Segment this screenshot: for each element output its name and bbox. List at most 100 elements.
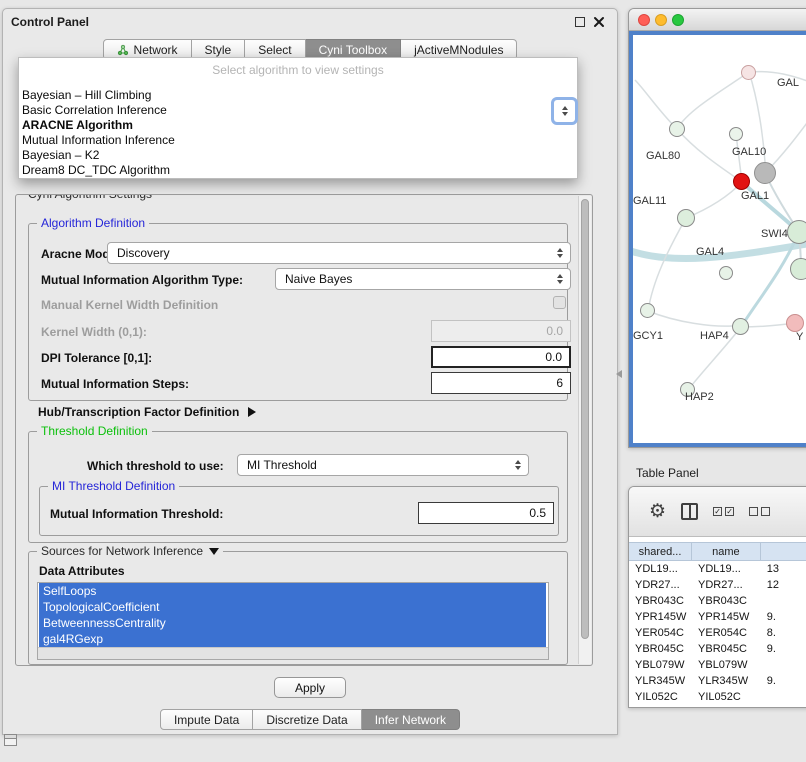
kernel-width-field: 0.0 — [431, 320, 571, 342]
network-node[interactable] — [669, 121, 685, 137]
which-threshold-combo[interactable]: MI Threshold — [237, 454, 529, 476]
hub-transcription-factor-section[interactable]: Hub/Transcription Factor Definition — [38, 405, 256, 419]
table-row[interactable]: YDR27... YDR27... 12 — [629, 577, 806, 593]
tab-label: Style — [205, 43, 232, 57]
dropdown-placeholder: Select algorithm to view settings — [19, 58, 577, 77]
attribute-item[interactable]: BetweennessCentrality — [39, 615, 546, 631]
cell: YER054C — [629, 625, 692, 641]
group-title: Algorithm Definition — [37, 216, 149, 230]
splitter-collapse-icon[interactable] — [616, 370, 622, 378]
dropdown-item[interactable]: Basic Correlation Inference — [19, 103, 577, 118]
network-node[interactable] — [729, 127, 743, 141]
field-value: 6 — [556, 376, 563, 390]
attribute-item[interactable]: SelfLoops — [39, 583, 546, 599]
node-label: GAL80 — [646, 150, 680, 162]
manual-kernel-width-checkbox[interactable] — [553, 296, 566, 309]
node-label: Y — [796, 331, 803, 343]
tab-impute-data[interactable]: Impute Data — [160, 709, 253, 730]
select-all-columns-button[interactable] — [713, 507, 734, 516]
table-row[interactable]: YPR145W YPR145W 9. — [629, 609, 806, 625]
close-icon[interactable] — [593, 16, 605, 28]
combo-stepper-icon — [562, 112, 568, 116]
show-columns-icon[interactable] — [681, 503, 698, 520]
dropdown-item[interactable]: Dream8 DC_TDC Algorithm — [19, 163, 577, 178]
manual-kernel-width-label: Manual Kernel Width Definition — [41, 298, 218, 312]
network-node-pink[interactable] — [786, 314, 804, 332]
dropdown-item[interactable]: Bayesian – K2 — [19, 148, 577, 163]
cell: YBL079W — [692, 657, 761, 673]
collapse-right-arrow-icon — [248, 407, 256, 417]
list-hscrollbar[interactable] — [38, 647, 548, 659]
network-node[interactable] — [787, 220, 806, 244]
dropdown-item[interactable]: Mutual Information Inference — [19, 133, 577, 148]
aracne-mode-combo[interactable]: Discovery — [107, 242, 571, 264]
dpi-tolerance-field[interactable]: 0.0 — [431, 346, 571, 368]
dropdown-item[interactable]: Bayesian – Hill Climbing — [19, 88, 577, 103]
network-window-titlebar[interactable] — [629, 9, 806, 31]
minimized-panel-grip-icon[interactable] — [4, 734, 17, 746]
cell: YDL19... — [692, 561, 761, 577]
gear-icon[interactable]: ⚙ — [649, 502, 666, 521]
float-window-icon[interactable] — [575, 17, 585, 27]
cell: YBR043C — [629, 593, 692, 609]
apply-button[interactable]: Apply — [274, 677, 346, 698]
network-canvas[interactable]: GAL GAL80 GAL10 GAL11 GAL1 SWI4 GAL4 GCY… — [629, 31, 806, 447]
table-row[interactable]: YDL19... YDL19... 13 — [629, 561, 806, 577]
cell: 12 — [761, 577, 806, 593]
cell — [761, 593, 806, 609]
combo-stepper-icon — [554, 269, 566, 289]
algorithm-combo-focus-ring[interactable] — [551, 97, 578, 125]
zoom-traffic-light-icon[interactable] — [672, 14, 684, 26]
cell: YDR27... — [629, 577, 692, 593]
table-row[interactable]: YBL079W YBL079W — [629, 657, 806, 673]
mi-threshold-definition-group: MI Threshold Definition Mutual Informati… — [39, 486, 559, 536]
table-header-row: shared... name — [629, 542, 806, 561]
cell: YBR043C — [692, 593, 761, 609]
deselect-all-columns-button[interactable] — [749, 507, 770, 516]
attribute-item[interactable]: TopologicalCoefficient — [39, 599, 546, 615]
column-header-clipped[interactable] — [761, 543, 806, 560]
network-node-red[interactable] — [733, 173, 750, 190]
minimize-traffic-light-icon[interactable] — [655, 14, 667, 26]
scrollbar-thumb[interactable] — [581, 199, 589, 639]
combo-value: Naive Bayes — [285, 272, 352, 286]
mi-algorithm-type-label: Mutual Information Algorithm Type: — [41, 273, 243, 287]
node-label: GAL11 — [633, 195, 666, 207]
algorithm-dropdown-popup: Select algorithm to view settings Bayesi… — [18, 57, 578, 179]
table-row[interactable]: YIL052C YIL052C — [629, 689, 806, 705]
table-row[interactable]: YBR045C YBR045C 9. — [629, 641, 806, 657]
attribute-item[interactable]: gal4RGexp — [39, 631, 546, 647]
mi-threshold-field[interactable]: 0.5 — [418, 502, 554, 524]
mi-steps-label: Mutual Information Steps: — [41, 377, 189, 391]
data-attributes-list[interactable]: SelfLoops TopologicalCoefficient Between… — [37, 582, 549, 660]
node-label: SWI4 — [761, 228, 788, 240]
network-node[interactable] — [741, 65, 756, 80]
sources-title[interactable]: Sources for Network Inference — [37, 544, 223, 558]
network-node[interactable] — [719, 266, 733, 280]
network-node-gal10[interactable] — [754, 162, 776, 184]
network-node[interactable] — [790, 258, 806, 280]
node-label: GAL1 — [741, 190, 769, 202]
settings-vscrollbar[interactable] — [578, 196, 591, 664]
table-row[interactable]: YLR345W YLR345W 9. — [629, 673, 806, 689]
dpi-tolerance-label: DPI Tolerance [0,1]: — [41, 351, 152, 365]
network-edges — [633, 35, 806, 445]
table-row[interactable]: YBR043C YBR043C — [629, 593, 806, 609]
network-node[interactable] — [732, 318, 749, 335]
table-row[interactable]: YER054C YER054C 8. — [629, 625, 806, 641]
group-title: Threshold Definition — [37, 424, 152, 438]
cell: YLR345W — [692, 673, 761, 689]
column-header-name[interactable]: name — [692, 543, 761, 560]
network-node[interactable] — [640, 303, 655, 318]
tab-label: Network — [134, 43, 178, 57]
column-header-shared-name[interactable]: shared... — [629, 543, 692, 560]
mi-algorithm-type-combo[interactable]: Naive Bayes — [275, 268, 571, 290]
cell — [761, 689, 806, 705]
table-panel-title: Table Panel — [636, 466, 699, 480]
dropdown-item-selected[interactable]: ARACNE Algorithm — [19, 118, 577, 133]
close-traffic-light-icon[interactable] — [638, 14, 650, 26]
tab-discretize-data[interactable]: Discretize Data — [253, 709, 361, 730]
tab-infer-network[interactable]: Infer Network — [362, 709, 460, 730]
network-node[interactable] — [677, 209, 695, 227]
mi-steps-field[interactable]: 6 — [431, 372, 571, 394]
